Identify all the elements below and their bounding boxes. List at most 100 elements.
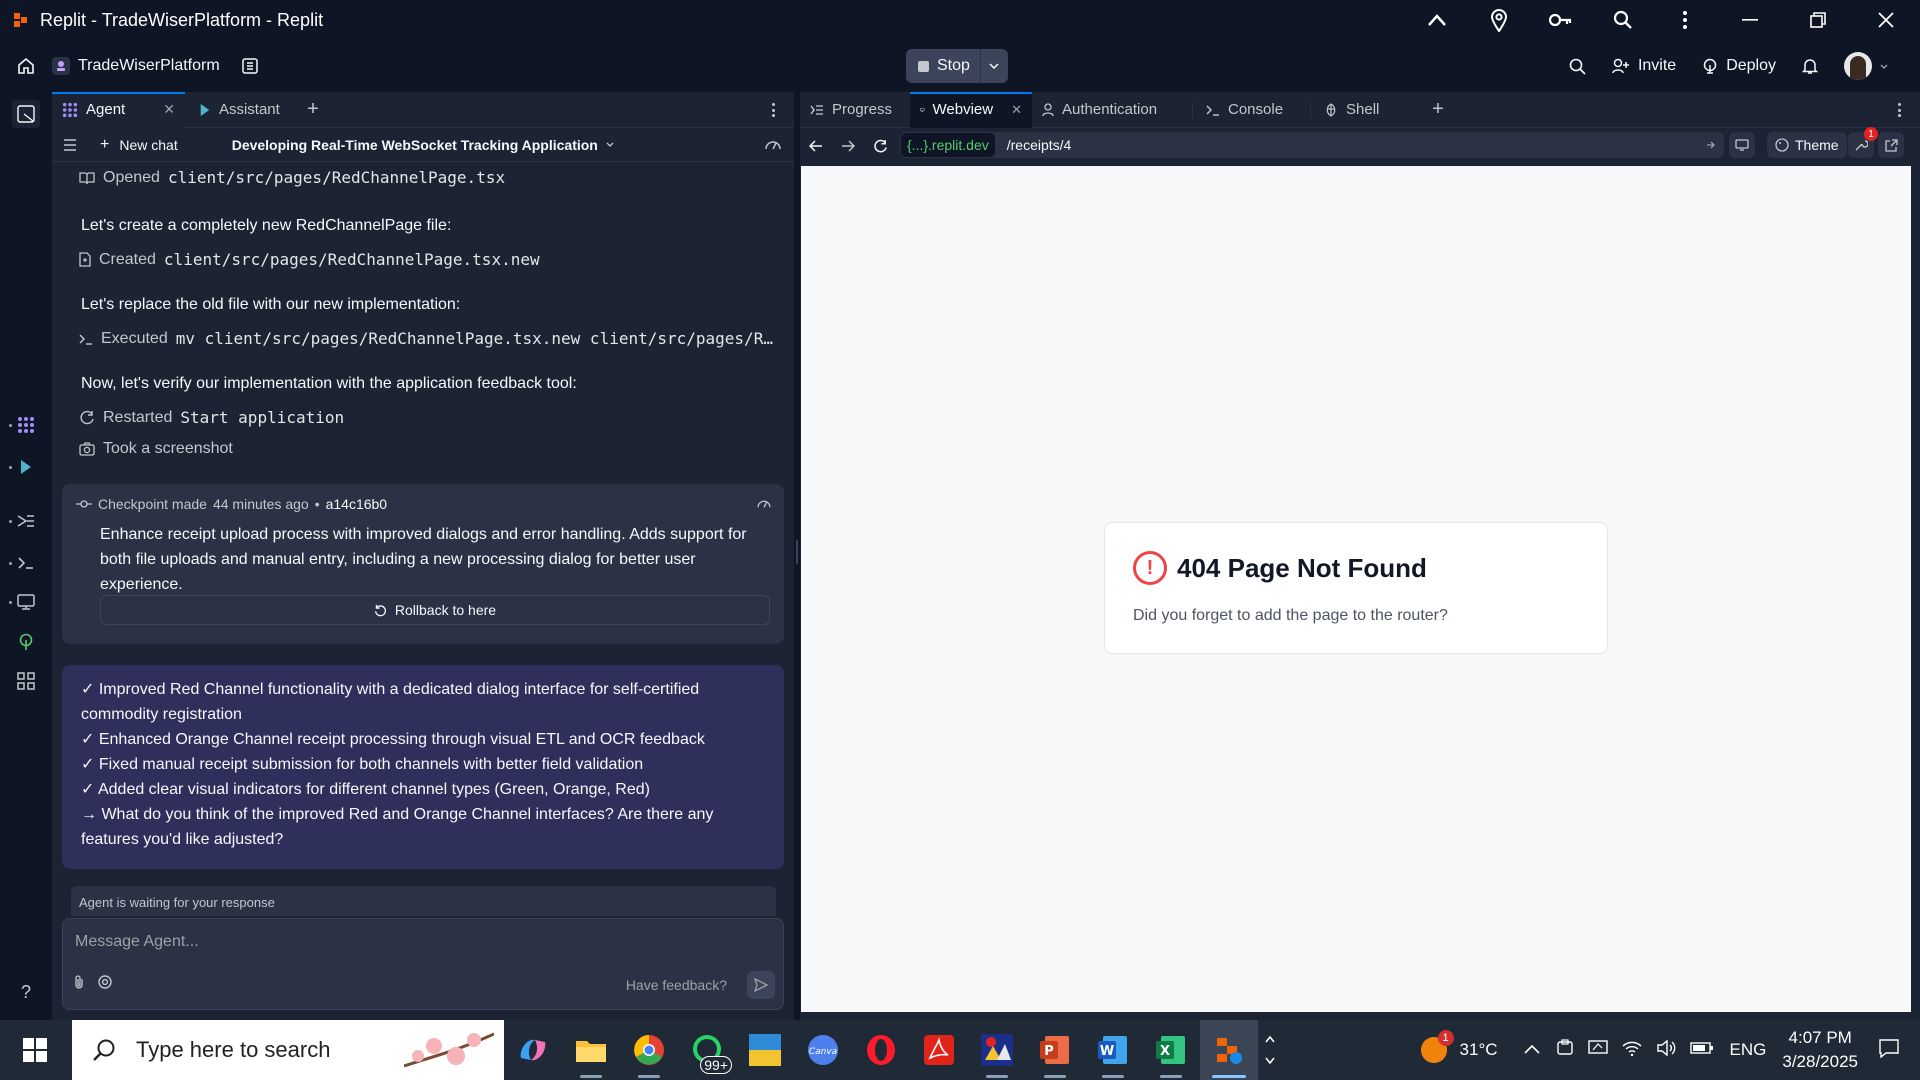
location-pin-icon[interactable] (1468, 0, 1530, 40)
toggle-sidebar-icon[interactable] (12, 100, 40, 128)
app-icon[interactable] (968, 1020, 1026, 1080)
help-icon[interactable]: ? (14, 980, 38, 1004)
action-created[interactable]: Created client/src/pages/RedChannelPage.… (79, 250, 540, 269)
devices-button[interactable] (1729, 132, 1755, 158)
workflows-icon[interactable] (14, 509, 38, 533)
all-tools-icon[interactable] (14, 669, 38, 693)
chat-title: Developing Real-Time WebSocket Tracking … (231, 136, 598, 153)
wifi-icon[interactable] (1622, 1040, 1642, 1061)
webview-content[interactable]: ! 404 Page Not Found Did you forget to a… (801, 166, 1911, 1012)
rollback-label: Rollback to here (394, 602, 497, 618)
search-button[interactable] (1559, 49, 1596, 83)
send-button[interactable] (747, 971, 775, 999)
whatsapp-icon[interactable]: 99+ (678, 1020, 736, 1080)
svg-text:Canva: Canva (809, 1047, 837, 1057)
chat-title-dropdown[interactable]: Developing Real-Time WebSocket Tracking … (232, 137, 614, 153)
powerpoint-icon[interactable]: P (1026, 1020, 1084, 1080)
url-field[interactable]: {...} .replit.dev /receipts/4 (900, 132, 1724, 158)
minimize-button[interactable] (1716, 0, 1784, 40)
excel-icon[interactable]: X (1142, 1020, 1200, 1080)
new-chat-button[interactable]: + New chat (88, 136, 190, 154)
deployments-icon[interactable] (14, 630, 38, 654)
invite-button[interactable]: Invite (1602, 49, 1686, 83)
close-icon[interactable]: ✕ (1011, 102, 1022, 118)
gauge-icon[interactable] (764, 137, 782, 156)
battery-icon[interactable] (1689, 1041, 1714, 1060)
action-screenshot[interactable]: Took a screenshot (79, 440, 233, 458)
checkpoint-hash[interactable]: a14c16b0 (326, 496, 388, 512)
close-icon[interactable]: ✕ (163, 101, 175, 118)
deploy-button[interactable]: Deploy (1692, 49, 1786, 83)
webview-icon[interactable] (14, 590, 38, 614)
rollback-button[interactable]: Rollback to here (100, 595, 770, 625)
action-restarted[interactable]: Restarted Start application (79, 408, 344, 427)
feedback-link[interactable]: Have feedback? (626, 977, 727, 993)
go-arrow-icon[interactable] (1706, 137, 1716, 155)
chat-history-icon[interactable] (52, 138, 88, 151)
taskbar-search[interactable]: Type here to search (72, 1020, 504, 1080)
clock-time: 4:07 PM (1788, 1028, 1852, 1047)
devtools-button[interactable]: 1 (1848, 127, 1878, 158)
volume-icon[interactable] (1656, 1039, 1676, 1062)
acrobat-icon[interactable] (910, 1020, 968, 1080)
attach-icon[interactable] (73, 974, 85, 995)
tab-console[interactable]: Console (1192, 92, 1310, 128)
add-tab-button[interactable]: + (1420, 92, 1456, 128)
project-switcher[interactable]: TradeWiserPlatform (52, 57, 258, 75)
open-external-button[interactable] (1878, 132, 1904, 158)
notifications-button[interactable] (1792, 49, 1828, 83)
chevron-up-icon[interactable] (1406, 0, 1468, 40)
assistant-icon[interactable] (14, 455, 38, 479)
console-icon[interactable] (14, 551, 38, 575)
reload-icon[interactable] (864, 128, 896, 164)
input-language[interactable]: ENG (1730, 1040, 1767, 1060)
add-tab-button[interactable]: + (295, 92, 331, 128)
more-vertical-icon[interactable] (764, 101, 782, 119)
chevron-down-icon[interactable] (979, 49, 1008, 83)
close-window-button[interactable] (1852, 0, 1920, 40)
gauge-icon[interactable] (756, 496, 772, 514)
meet-icon[interactable] (1556, 1038, 1574, 1062)
restore-button[interactable] (1784, 0, 1852, 40)
opera-icon[interactable] (852, 1020, 910, 1080)
temperature[interactable]: 31°C (1460, 1040, 1498, 1060)
copilot-icon[interactable] (504, 1020, 562, 1080)
file-explorer-icon[interactable] (562, 1020, 620, 1080)
display-icon[interactable] (1587, 1039, 1608, 1062)
forward-icon[interactable] (832, 128, 864, 164)
weather-icon[interactable]: 1 (1414, 1030, 1454, 1070)
stop-button[interactable]: Stop (906, 49, 980, 83)
notification-center-icon[interactable] (1878, 1038, 1900, 1063)
action-opened[interactable]: Opened client/src/pages/RedChannelPage.t… (79, 168, 505, 187)
word-icon[interactable]: W (1084, 1020, 1142, 1080)
settings-icon[interactable] (97, 974, 113, 995)
tab-assistant[interactable]: Assistant (189, 92, 295, 128)
back-icon[interactable] (800, 128, 832, 164)
zoom-icon[interactable] (1592, 0, 1654, 40)
more-vertical-icon[interactable] (1890, 101, 1908, 119)
clock[interactable]: 4:07 PM 3/28/2025 (1782, 1026, 1858, 1074)
taskbar-scroll[interactable] (1258, 1020, 1282, 1080)
more-vertical-icon[interactable] (1654, 0, 1716, 40)
key-icon[interactable] (1530, 0, 1592, 40)
chrome-icon[interactable] (620, 1020, 678, 1080)
tab-agent[interactable]: Agent ✕ (52, 91, 185, 128)
replit-app-icon[interactable] (1200, 1020, 1258, 1080)
domain-chip[interactable]: {...} .replit.dev (901, 133, 995, 157)
tab-shell[interactable]: Shell (1310, 92, 1420, 128)
windows-start-icon[interactable] (0, 1020, 70, 1080)
home-icon[interactable] (0, 57, 52, 75)
file-tree-icon[interactable] (241, 58, 258, 74)
message-input[interactable]: Message Agent... (75, 933, 199, 951)
tab-authentication[interactable]: Authentication (1032, 92, 1188, 128)
tab-webview[interactable]: Webview ✕ (910, 91, 1032, 128)
canva-icon[interactable]: Canva (794, 1020, 852, 1080)
widgets-app-icon[interactable] (736, 1020, 794, 1080)
action-executed[interactable]: Executed mv client/src/pages/RedChannelP… (79, 329, 773, 348)
agent-icon[interactable] (14, 413, 38, 437)
theme-button[interactable]: Theme (1767, 132, 1847, 158)
account-menu[interactable] (1834, 49, 1898, 83)
resize-handle[interactable] (796, 540, 798, 564)
chevron-up-icon[interactable] (1523, 1041, 1540, 1059)
tab-progress[interactable]: Progress (800, 92, 910, 128)
